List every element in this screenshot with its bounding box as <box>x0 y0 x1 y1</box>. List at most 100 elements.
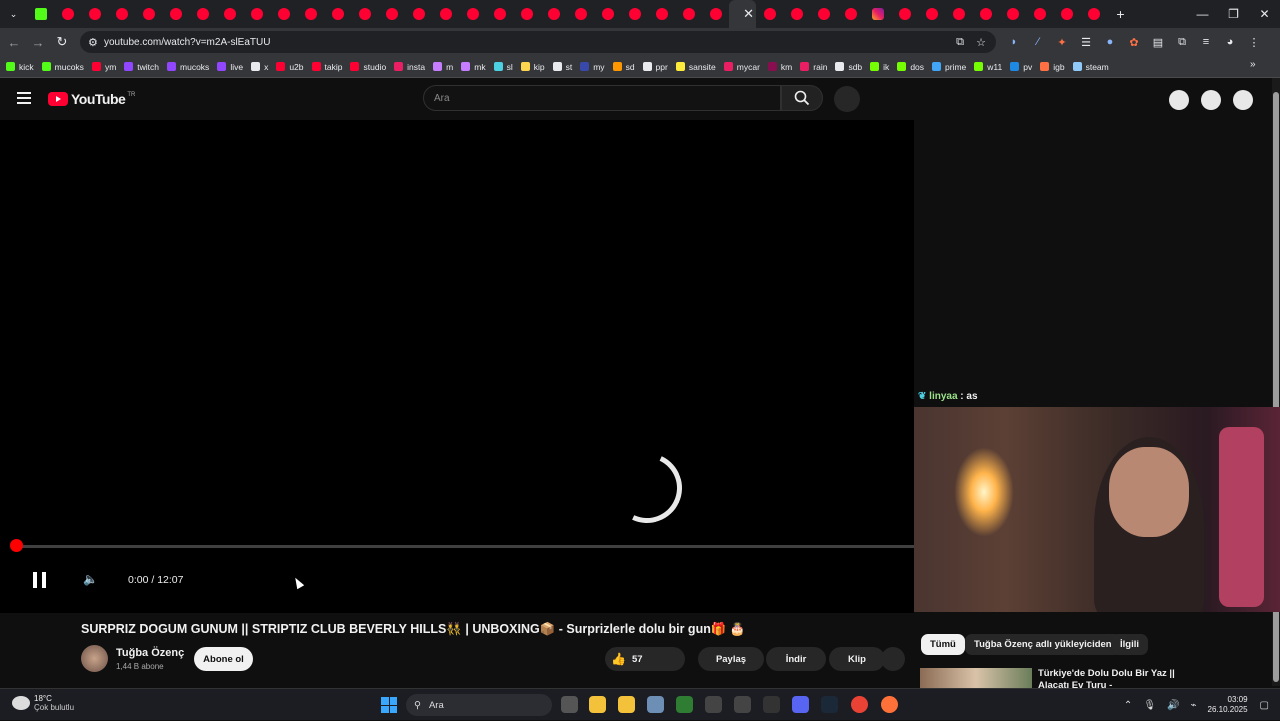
restore-icon[interactable]: ❐ <box>1218 0 1249 28</box>
back-icon[interactable]: ← <box>2 35 26 50</box>
search-input[interactable]: Ara <box>423 85 781 111</box>
obs-icon[interactable] <box>705 696 722 713</box>
new-tab-button[interactable]: + <box>1107 0 1134 28</box>
tab-youtube[interactable] <box>378 0 405 28</box>
tab-instagram[interactable] <box>864 0 891 28</box>
notification-icon[interactable]: ▢ <box>1260 700 1269 711</box>
extension-icon[interactable]: ◗ <box>1002 36 1026 48</box>
tab-youtube[interactable] <box>162 0 189 28</box>
tab-youtube[interactable] <box>675 0 702 28</box>
network-icon[interactable]: ⌁ <box>1190 700 1196 711</box>
bookmark-item[interactable]: rain <box>800 62 827 72</box>
puzzle-icon[interactable]: ⧉ <box>1170 36 1194 49</box>
tab-youtube[interactable] <box>540 0 567 28</box>
bookmark-item[interactable]: insta <box>394 62 425 72</box>
bookmark-item[interactable]: m <box>433 62 453 72</box>
bookmark-item[interactable]: w11 <box>974 62 1002 72</box>
subscribe-button[interactable]: Abone ol <box>194 647 253 671</box>
progress-scrubber[interactable] <box>10 539 23 552</box>
speaker-icon[interactable]: 🔊 <box>1167 700 1179 711</box>
recommended-video[interactable]: Türkiye'de Dolu Dolu Bir Yaz || Alaçatı E… <box>920 668 1270 691</box>
pause-icon[interactable] <box>33 572 47 588</box>
close-window-icon[interactable]: ✕ <box>1249 0 1280 28</box>
tab-youtube[interactable] <box>324 0 351 28</box>
bookmark-item[interactable]: my <box>580 62 605 72</box>
app-icon[interactable] <box>734 696 751 713</box>
weather-widget[interactable]: 18°C Çok bulutlu <box>12 694 74 712</box>
account-avatar[interactable] <box>1233 90 1253 110</box>
bookmark-item[interactable]: igb <box>1040 62 1065 72</box>
create-button[interactable] <box>1169 90 1189 110</box>
tab-youtube[interactable] <box>108 0 135 28</box>
bookmark-item[interactable]: st <box>552 62 572 72</box>
download-button[interactable]: İndir <box>766 647 826 671</box>
extension-icon[interactable]: ▤ <box>1146 36 1170 49</box>
channel-avatar[interactable] <box>81 645 108 672</box>
tab-youtube[interactable] <box>837 0 864 28</box>
chip-related[interactable]: İlgili <box>1111 634 1148 655</box>
discord-icon[interactable] <box>792 696 809 713</box>
notifications-button[interactable] <box>1201 90 1221 110</box>
menu-icon[interactable]: ⋮ <box>1242 36 1266 49</box>
tab-youtube[interactable] <box>216 0 243 28</box>
tab-youtube[interactable] <box>810 0 837 28</box>
like-button[interactable]: 👍 57 <box>605 647 685 671</box>
video-player[interactable]: 🔈 0:00 / 12:07 <box>0 120 914 613</box>
firefox-icon[interactable] <box>881 696 898 713</box>
bookmark-item[interactable]: twitch <box>124 62 159 72</box>
tab-youtube[interactable] <box>621 0 648 28</box>
bookmark-item[interactable]: dos <box>897 62 924 72</box>
clock[interactable]: 03:09 26.10.2025 <box>1208 695 1248 715</box>
search-button[interactable] <box>781 85 823 111</box>
progress-bar[interactable] <box>16 545 914 548</box>
tab-youtube[interactable] <box>567 0 594 28</box>
bookmark-item[interactable]: sdb <box>835 62 862 72</box>
bookmark-item[interactable]: prime <box>932 62 966 72</box>
tab-youtube[interactable] <box>783 0 810 28</box>
tab-youtube[interactable] <box>135 0 162 28</box>
tab-youtube[interactable] <box>918 0 945 28</box>
extension-icon[interactable]: ✿ <box>1122 36 1146 49</box>
settings-icon[interactable] <box>647 696 664 713</box>
tab-youtube[interactable] <box>1026 0 1053 28</box>
tab-youtube[interactable] <box>432 0 459 28</box>
bookmark-item[interactable]: sansite <box>675 62 716 72</box>
chrome-icon[interactable] <box>851 696 868 713</box>
bookmark-item[interactable]: takip <box>311 62 342 72</box>
tab-youtube[interactable] <box>702 0 729 28</box>
close-tab-icon[interactable]: ✕ <box>743 6 754 22</box>
tab-youtube[interactable] <box>648 0 675 28</box>
tab-youtube[interactable] <box>486 0 513 28</box>
bookmark-item[interactable]: km <box>767 62 792 72</box>
tab-youtube[interactable] <box>54 0 81 28</box>
tab-youtube[interactable] <box>891 0 918 28</box>
bookmark-item[interactable]: studio <box>350 62 386 72</box>
tab-youtube[interactable] <box>351 0 378 28</box>
install-app-icon[interactable]: ⧉ <box>956 36 964 49</box>
bookmark-item[interactable]: live <box>217 62 243 72</box>
tab-youtube[interactable] <box>459 0 486 28</box>
tab-kick[interactable] <box>27 0 54 28</box>
tab-active[interactable]: ✕ <box>729 0 756 28</box>
extension-icon[interactable]: ✦ <box>1050 36 1074 49</box>
tab-youtube[interactable] <box>243 0 270 28</box>
chip-from-uploader[interactable]: Tuğba Özenç adlı yükleyiciden <box>965 634 1121 655</box>
forward-icon[interactable]: → <box>26 35 50 50</box>
steam-icon[interactable] <box>821 696 838 713</box>
hamburger-menu-icon[interactable] <box>17 92 31 107</box>
tab-youtube[interactable] <box>594 0 621 28</box>
tab-youtube[interactable] <box>972 0 999 28</box>
extension-icon[interactable]: ☰ <box>1074 36 1098 49</box>
store-icon[interactable] <box>618 696 635 713</box>
chip-all[interactable]: Tümü <box>921 634 965 655</box>
reload-icon[interactable]: ↻ <box>50 34 74 50</box>
tab-youtube[interactable] <box>513 0 540 28</box>
tab-youtube[interactable] <box>189 0 216 28</box>
bookmark-item[interactable]: ik <box>870 62 889 72</box>
tab-youtube[interactable] <box>999 0 1026 28</box>
share-button[interactable]: Paylaş <box>698 647 764 671</box>
tab-youtube[interactable] <box>945 0 972 28</box>
bookmark-item[interactable]: x <box>251 62 268 72</box>
channel-name[interactable]: Tuğba Özenç <box>116 647 184 659</box>
bookmark-item[interactable]: steam <box>1072 62 1109 72</box>
